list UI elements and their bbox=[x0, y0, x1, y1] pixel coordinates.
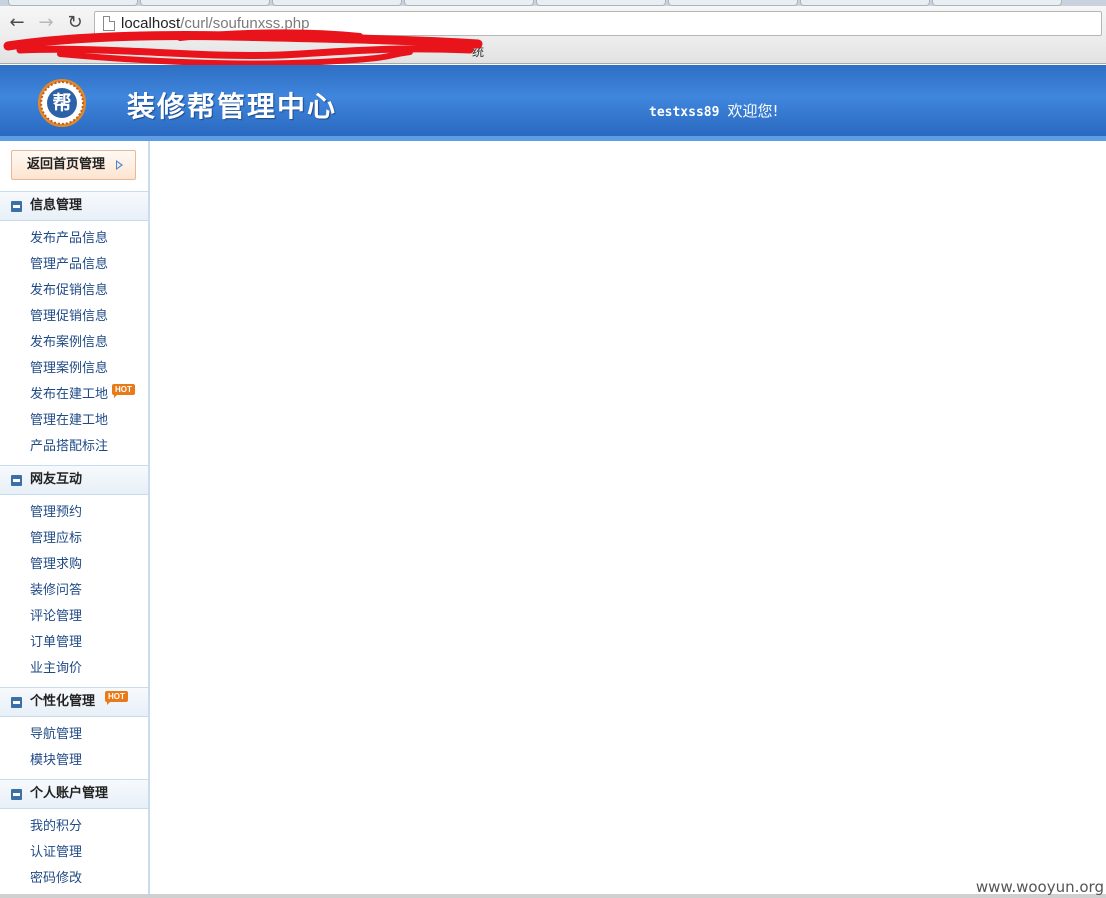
section-title: 信息管理 bbox=[30, 198, 83, 213]
menu-item-publish-promo[interactable]: 发布促销信息 bbox=[30, 283, 108, 299]
back-to-home-button[interactable]: 返回首页管理 bbox=[11, 150, 136, 180]
sidebar: 返回首页管理 信息管理 发布产品信息 管理产品信息 发布促销信息 管理促销信息 … bbox=[0, 141, 150, 898]
menu-item-bids[interactable]: 管理应标 bbox=[30, 531, 82, 547]
menu-item-publish-case[interactable]: 发布案例信息 bbox=[30, 335, 108, 351]
menu-item-purchase-requests[interactable]: 管理求购 bbox=[30, 557, 82, 573]
menu-item-manage-case[interactable]: 管理案例信息 bbox=[30, 361, 108, 377]
hot-badge: HOT bbox=[105, 691, 128, 705]
menu-item-product-tagging[interactable]: 产品搭配标注 bbox=[30, 439, 108, 455]
collapse-icon[interactable] bbox=[11, 201, 22, 212]
menu-item-navigation[interactable]: 导航管理 bbox=[30, 727, 82, 743]
menu-item-manage-site[interactable]: 管理在建工地 bbox=[30, 413, 108, 429]
menu-item-points[interactable]: 我的积分 bbox=[30, 819, 82, 835]
welcome-message: testxss89 欢迎您! bbox=[649, 100, 778, 121]
section-title: 网友互动 bbox=[30, 472, 83, 487]
site-logo[interactable]: 帮 bbox=[38, 79, 86, 127]
section-header-interaction[interactable]: 网友互动 bbox=[0, 465, 148, 495]
menu-item-manage-product[interactable]: 管理产品信息 bbox=[30, 257, 108, 273]
section-title: 个人账户管理 bbox=[30, 786, 109, 801]
menu-item-verification[interactable]: 认证管理 bbox=[30, 845, 82, 861]
menu-item-comments[interactable]: 评论管理 bbox=[30, 609, 82, 625]
collapse-icon[interactable] bbox=[11, 697, 22, 708]
hot-badge: HOT bbox=[112, 384, 135, 398]
menu-item-modules[interactable]: 模块管理 bbox=[30, 753, 82, 769]
section-header-account[interactable]: 个人账户管理 bbox=[0, 779, 148, 809]
menu-item-publish-product[interactable]: 发布产品信息 bbox=[30, 231, 108, 247]
menu-item-change-password[interactable]: 密码修改 bbox=[30, 871, 82, 887]
username: testxss89 bbox=[649, 105, 720, 120]
menu-item-manage-promo[interactable]: 管理促销信息 bbox=[30, 309, 108, 325]
logo-mark: 帮 bbox=[47, 88, 77, 118]
site-title: 装修帮管理中心 bbox=[127, 90, 338, 123]
bottom-border bbox=[0, 894, 1106, 898]
menu-item-owner-inquiries[interactable]: 业主询价 bbox=[30, 661, 82, 677]
menu-item-qa[interactable]: 装修问答 bbox=[30, 583, 82, 599]
watermark: www.wooyun.org bbox=[975, 878, 1104, 896]
redaction-scribble bbox=[3, 29, 483, 67]
play-arrow-icon bbox=[116, 160, 123, 170]
collapse-icon[interactable] bbox=[11, 475, 22, 486]
section-header-info[interactable]: 信息管理 bbox=[0, 191, 148, 221]
welcome-text: 欢迎您! bbox=[727, 102, 779, 120]
collapse-icon[interactable] bbox=[11, 789, 22, 800]
menu-item-orders[interactable]: 订单管理 bbox=[30, 635, 82, 651]
menu-item-publish-site[interactable]: 发布在建工地 bbox=[30, 387, 108, 403]
site-header: 帮 装修帮管理中心 testxss89 欢迎您! bbox=[0, 65, 1106, 141]
back-to-home-label: 返回首页管理 bbox=[27, 157, 106, 172]
section-title: 个性化管理 bbox=[30, 694, 96, 709]
menu-item-appointments[interactable]: 管理预约 bbox=[30, 505, 82, 521]
